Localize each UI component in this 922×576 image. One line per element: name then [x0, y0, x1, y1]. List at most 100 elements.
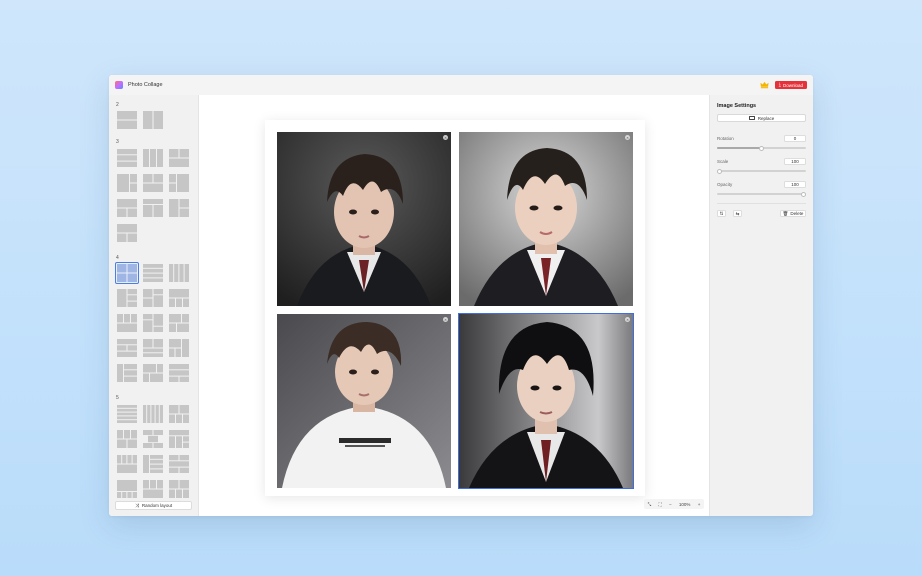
collage-photo-1[interactable]: ×: [277, 132, 451, 306]
rotation-label: Rotation: [717, 136, 734, 141]
crown-icon[interactable]: [760, 81, 769, 89]
remove-photo-3-button[interactable]: ×: [443, 317, 448, 322]
layout-option-grid-5d[interactable]: [116, 454, 138, 474]
replace-button[interactable]: Replace: [717, 114, 806, 122]
rotation-slider-fill: [717, 147, 762, 149]
zoom-in-button[interactable]: +: [698, 502, 701, 507]
layout-preview-icon: [169, 199, 189, 217]
layout-option-mid-wide[interactable]: [142, 173, 164, 193]
layout-preview-icon: [143, 455, 163, 473]
layout-option-four-cols[interactable]: [168, 263, 190, 283]
opacity-input[interactable]: 100: [784, 181, 806, 188]
collage-photo-4[interactable]: ×: [458, 313, 634, 489]
layout-preview-icon: [117, 174, 137, 192]
layout-preview-icon: [143, 314, 163, 332]
opacity-slider-thumb[interactable]: [801, 191, 806, 197]
layout-option-five-rows[interactable]: [116, 404, 138, 424]
scale-slider[interactable]: [717, 168, 806, 174]
layout-option-mixed-e[interactable]: [142, 338, 164, 358]
layout-option-mixed-h[interactable]: [142, 363, 164, 383]
layout-preview-icon: [169, 364, 189, 382]
layout-option-mixed-i[interactable]: [168, 363, 190, 383]
scale-input[interactable]: 100: [784, 158, 806, 165]
layout-option-four-rows[interactable]: [142, 263, 164, 283]
layout-preview-icon: [117, 111, 137, 129]
layout-option-mixed-a[interactable]: [116, 313, 138, 333]
scale-slider-thumb[interactable]: [717, 168, 722, 174]
image-settings-panel: Image Settings Replace Rotation 0 Scale …: [709, 95, 813, 516]
remove-photo-1-button[interactable]: ×: [443, 135, 448, 140]
layout-option-grid-5i[interactable]: [168, 479, 190, 499]
layout-preview-icon: [143, 149, 163, 167]
layout-option-two-cols[interactable]: [142, 110, 164, 130]
layout-option-mixed-f[interactable]: [168, 338, 190, 358]
rotation-input[interactable]: 0: [784, 135, 806, 142]
layout-option-top-wide-3[interactable]: [142, 198, 164, 218]
layout-option-grid-2x2[interactable]: [115, 262, 139, 284]
layout-option-three-rows[interactable]: [116, 148, 138, 168]
layout-preview-icon: [117, 149, 137, 167]
layout-preview-icon: [117, 339, 137, 357]
layout-preview-icon: [143, 430, 163, 448]
layout-preview-icon: [169, 339, 189, 357]
layout-sidebar: 2 3 4 5 ⤨ Random layout: [109, 95, 199, 516]
opacity-slider[interactable]: [717, 191, 806, 197]
portrait-image-3: [277, 314, 451, 488]
layout-option-grid-5e[interactable]: [142, 454, 164, 474]
layout-option-left-big[interactable]: [116, 173, 138, 193]
random-layout-button[interactable]: ⤨ Random layout: [115, 501, 192, 510]
layout-preview-icon: [143, 264, 163, 282]
layout-option-mixed-g[interactable]: [116, 363, 138, 383]
layout-preview-icon: [169, 314, 189, 332]
layout-option-five-cols[interactable]: [142, 404, 164, 424]
layout-option-grid-5b[interactable]: [116, 429, 138, 449]
layout-option-grid-5h[interactable]: [142, 479, 164, 499]
download-icon: ⤓: [778, 81, 781, 88]
layout-preview-icon: [169, 455, 189, 473]
zoom-out-button[interactable]: −: [669, 502, 672, 507]
layout-option-right-big[interactable]: [168, 173, 190, 193]
layout-option-grid-5g[interactable]: [116, 479, 138, 499]
layout-option-grid-5f[interactable]: [168, 454, 190, 474]
group-label-5: 5: [116, 395, 119, 401]
scale-label: Scale: [717, 159, 729, 164]
collage-photo-3[interactable]: ×: [277, 314, 451, 488]
fit-icon[interactable]: ⤡: [648, 502, 652, 507]
group-label-4: 4: [116, 255, 119, 261]
remove-photo-2-button[interactable]: ×: [625, 135, 630, 140]
layout-option-right-stack-4[interactable]: [142, 288, 164, 308]
layout-option-mixed-d[interactable]: [116, 338, 138, 358]
layout-option-mixed-c[interactable]: [168, 313, 190, 333]
layout-option-three-cols[interactable]: [142, 148, 164, 168]
layout-option-grid-5a[interactable]: [168, 404, 190, 424]
layout-option-grid-5c[interactable]: [168, 429, 190, 449]
group-label-3: 3: [116, 139, 119, 145]
layout-option-top-split[interactable]: [168, 148, 190, 168]
flip-horizontal-button[interactable]: ⇆: [733, 210, 742, 217]
flip-vertical-button[interactable]: ⇅: [717, 210, 726, 217]
layout-option-two-rows[interactable]: [116, 110, 138, 130]
layout-option-stacked-3[interactable]: [116, 223, 138, 243]
layout-option-bottom-split[interactable]: [116, 198, 138, 218]
portrait-image-2: [459, 132, 633, 306]
settings-title: Image Settings: [717, 103, 757, 109]
collage-photo-2[interactable]: ×: [459, 132, 633, 306]
fullscreen-icon[interactable]: ⛶: [659, 502, 662, 507]
layout-preview-icon: [169, 480, 189, 498]
layout-preview-icon: [117, 430, 137, 448]
rotation-slider-thumb[interactable]: [759, 145, 764, 151]
settings-divider: [717, 203, 806, 204]
layout-option-left-big-4[interactable]: [116, 288, 138, 308]
layout-preview-icon: [117, 314, 137, 332]
rotation-slider[interactable]: [717, 145, 806, 151]
zoom-toolbar: ⤡ ⛶ − 100% +: [644, 499, 704, 509]
delete-button[interactable]: 🗑 Delete: [780, 210, 806, 217]
layout-option-left-split[interactable]: [168, 198, 190, 218]
remove-photo-4-button[interactable]: ×: [625, 317, 630, 322]
delete-label: Delete: [790, 211, 804, 216]
layout-option-top-big-4[interactable]: [168, 288, 190, 308]
layout-option-center-5[interactable]: [142, 429, 164, 449]
download-button[interactable]: ⤓ Download: [774, 81, 807, 89]
layout-preview-icon: [143, 174, 163, 192]
layout-option-mixed-b[interactable]: [142, 313, 164, 333]
